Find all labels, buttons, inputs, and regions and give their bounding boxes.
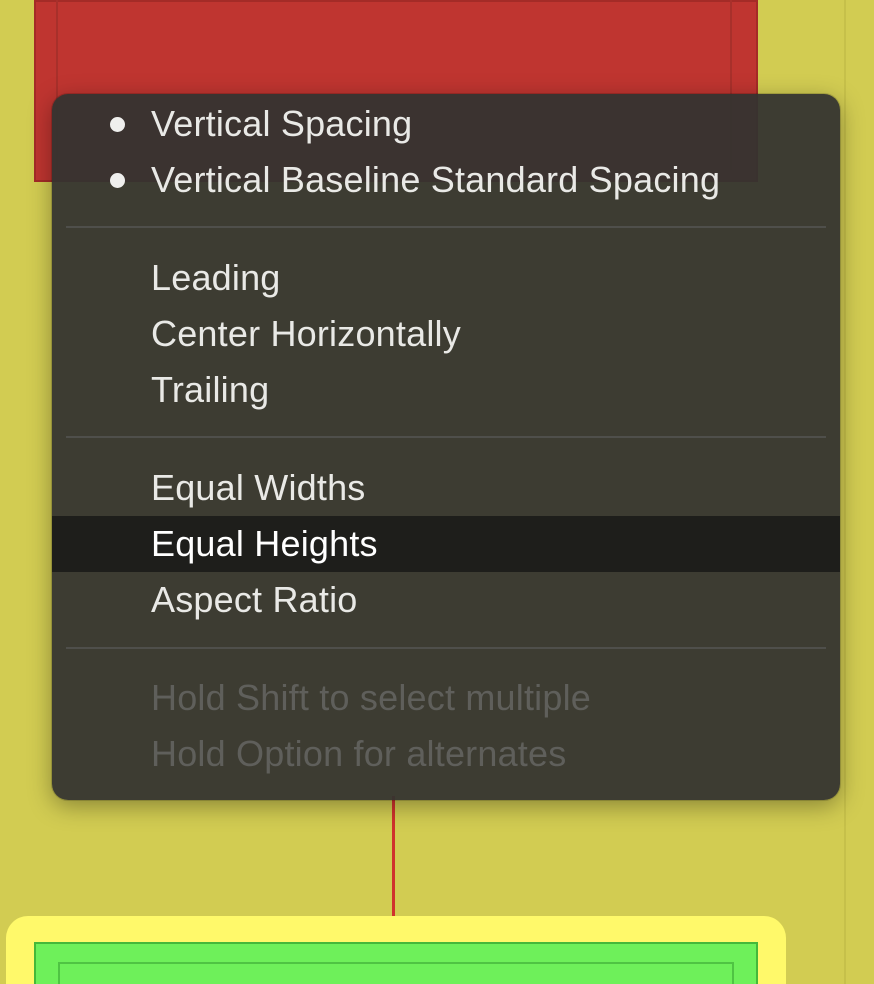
menu-hint-shift: Hold Shift to select multiple	[52, 670, 840, 726]
menu-item-label: Leading	[151, 257, 281, 298]
menu-item-label: Equal Widths	[151, 467, 366, 508]
checked-bullet-icon	[110, 173, 125, 188]
bottom-view-subview[interactable]	[58, 962, 734, 984]
menu-hint-label: Hold Shift to select multiple	[151, 677, 591, 718]
menu-item-label: Equal Heights	[151, 523, 378, 564]
checked-bullet-icon	[110, 117, 125, 132]
menu-separator	[66, 436, 826, 438]
menu-separator	[66, 226, 826, 228]
constraint-context-menu: Vertical Spacing Vertical Baseline Stand…	[52, 94, 840, 800]
menu-item-label: Vertical Spacing	[151, 103, 413, 144]
menu-item-aspect-ratio[interactable]: Aspect Ratio	[52, 572, 840, 628]
menu-hint-option: Hold Option for alternates	[52, 726, 840, 782]
menu-item-leading[interactable]: Leading	[52, 250, 840, 306]
menu-item-vertical-baseline-standard-spacing[interactable]: Vertical Baseline Standard Spacing	[52, 152, 840, 208]
menu-item-label: Aspect Ratio	[151, 579, 358, 620]
menu-item-label: Vertical Baseline Standard Spacing	[151, 159, 721, 200]
menu-item-equal-heights[interactable]: Equal Heights	[52, 516, 840, 572]
menu-item-label: Trailing	[151, 369, 270, 410]
bottom-view[interactable]	[34, 942, 758, 984]
menu-separator	[66, 647, 826, 649]
menu-item-vertical-spacing[interactable]: Vertical Spacing	[52, 96, 840, 152]
menu-item-center-horizontally[interactable]: Center Horizontally	[52, 306, 840, 362]
canvas-edge-line	[844, 0, 846, 984]
menu-item-equal-widths[interactable]: Equal Widths	[52, 460, 840, 516]
menu-item-trailing[interactable]: Trailing	[52, 362, 840, 418]
menu-item-label: Center Horizontally	[151, 313, 461, 354]
menu-hint-label: Hold Option for alternates	[151, 733, 567, 774]
